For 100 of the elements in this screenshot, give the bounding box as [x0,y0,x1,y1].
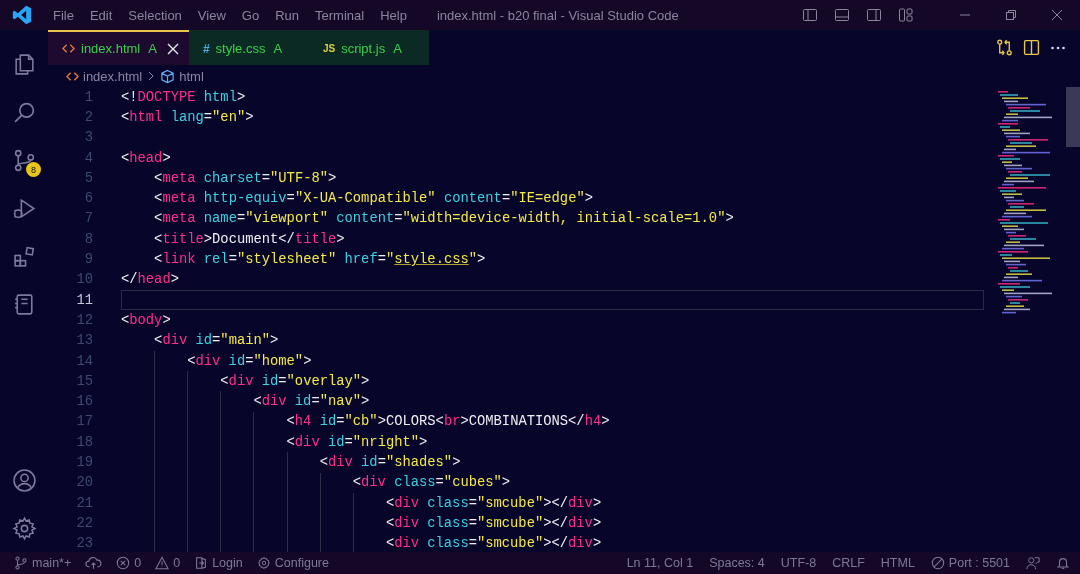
cloud-upload-icon[interactable] [85,556,103,570]
tab-label: script.js [341,41,386,56]
attribute-value: "width=device-width, initial-scale=1.0" [402,211,726,227]
line-number: 4 [83,150,93,166]
attribute-name: id [194,333,213,349]
code-punctuation: > [477,252,486,267]
attribute-name: charset [202,170,262,186]
attribute-name: id [293,394,312,410]
compare-changes-icon[interactable] [996,39,1013,56]
line-number: 19 [75,455,93,470]
restore-icon[interactable] [1006,10,1016,20]
tag-name: div [568,536,593,552]
attribute-name: id [318,414,337,430]
line-number: 10 [75,272,93,288]
status-item[interactable]: Login [212,556,243,570]
line-number: 21 [75,495,93,511]
status-item[interactable]: main*+ [32,556,72,570]
breadcrumb-item[interactable]: html [179,68,204,84]
attribute-name: rel [202,252,229,267]
code-punctuation: > [236,89,246,105]
code-punctuation: = [245,353,254,369]
code-punctuation: </ [121,272,138,288]
menu-item[interactable]: Go [233,7,268,23]
status-item[interactable]: Port : 5501 [948,556,1010,570]
menu-item[interactable]: Help [372,7,415,23]
attribute-name: content [442,191,502,207]
code-punctuation: = [377,252,386,267]
attribute-name: content [335,211,395,227]
editor-tab[interactable]: JS script.js A [308,30,429,65]
code-punctuation: = [311,394,320,410]
code-punctuation: ></ [543,536,569,552]
menu-item[interactable]: Run [267,7,307,23]
code-punctuation: = [236,211,246,227]
line-number: 13 [75,333,93,349]
status-item[interactable]: Configure [274,556,329,570]
code-punctuation: > [361,394,370,410]
tag-name: div [394,536,419,552]
attribute-name: class [426,536,469,552]
error-icon [116,556,131,570]
file-link[interactable]: style.css [394,252,469,267]
tag-name: div [568,495,593,511]
scrollbar-thumb[interactable] [1066,87,1080,147]
code-punctuation: > [328,170,337,186]
editor-tab[interactable]: # style.css A [188,30,309,65]
menu-item[interactable]: Selection [120,7,190,23]
css-file-icon: # [202,41,210,56]
attribute-name: lang [169,109,204,125]
attribute-value: "X-UA-Compatible" [294,191,436,207]
prohibited-icon [930,556,945,570]
status-item[interactable]: Ln 11, Col 1 [626,556,694,570]
code-punctuation: < [187,353,196,369]
code-punctuation: > [270,333,279,349]
attribute-value: " [385,252,395,267]
tag-name: div [261,394,287,410]
menu-item[interactable]: View [189,7,234,23]
layout-icon[interactable] [898,7,914,23]
status-item[interactable]: HTML [880,556,915,570]
code-punctuation: < [385,536,395,552]
breadcrumb-item[interactable]: index.html [83,68,143,84]
tag-name: head [137,272,171,288]
tag-name: div [162,333,188,349]
sidebar-toggle-icon[interactable] [802,7,818,23]
menu-item[interactable]: Terminal [307,7,373,23]
status-item[interactable]: UTF-8 [780,556,817,570]
tag-name: div [228,373,254,389]
git-status-label: A [393,41,402,56]
code-punctuation: < [154,333,163,349]
tag-name: DOCTYPE [137,89,196,105]
status-item[interactable]: CRLF [832,556,865,570]
gear-icon [256,556,271,570]
code-punctuation: = [468,515,477,531]
line-number: 15 [75,373,93,389]
feedback-icon[interactable] [1026,556,1040,570]
code-punctuation: > [203,231,213,247]
editor-tab[interactable]: index.html A [48,30,189,65]
attribute-value: "home" [253,353,304,369]
attribute-name: name [202,211,237,227]
status-item[interactable]: Spaces: 4 [709,556,765,570]
settings-icon[interactable] [11,515,37,541]
code-punctuation: > [592,515,602,531]
split-editor-icon[interactable] [1023,39,1040,56]
code-punctuation: > [725,211,734,227]
attribute-name: href [343,252,378,267]
line-number: 23 [75,536,93,552]
attribute-name: id [260,373,279,389]
code-punctuation: > [361,373,370,389]
status-item[interactable]: 0 [134,556,142,570]
bell-icon[interactable] [1056,556,1070,570]
secondary-sidebar-icon[interactable] [866,7,882,23]
code-punctuation: < [286,434,295,450]
account-icon[interactable] [11,467,37,493]
attribute-value: "nright" [352,434,420,450]
status-item[interactable]: 0 [173,556,181,570]
code-punctuation: > [336,231,345,247]
attribute-value: "shades" [385,455,453,470]
panel-toggle-icon[interactable] [834,7,850,23]
tab-label: style.css [215,41,266,56]
menu-item[interactable]: File [45,7,82,23]
attribute-name: class [426,515,469,531]
menu-item[interactable]: Edit [81,7,121,23]
